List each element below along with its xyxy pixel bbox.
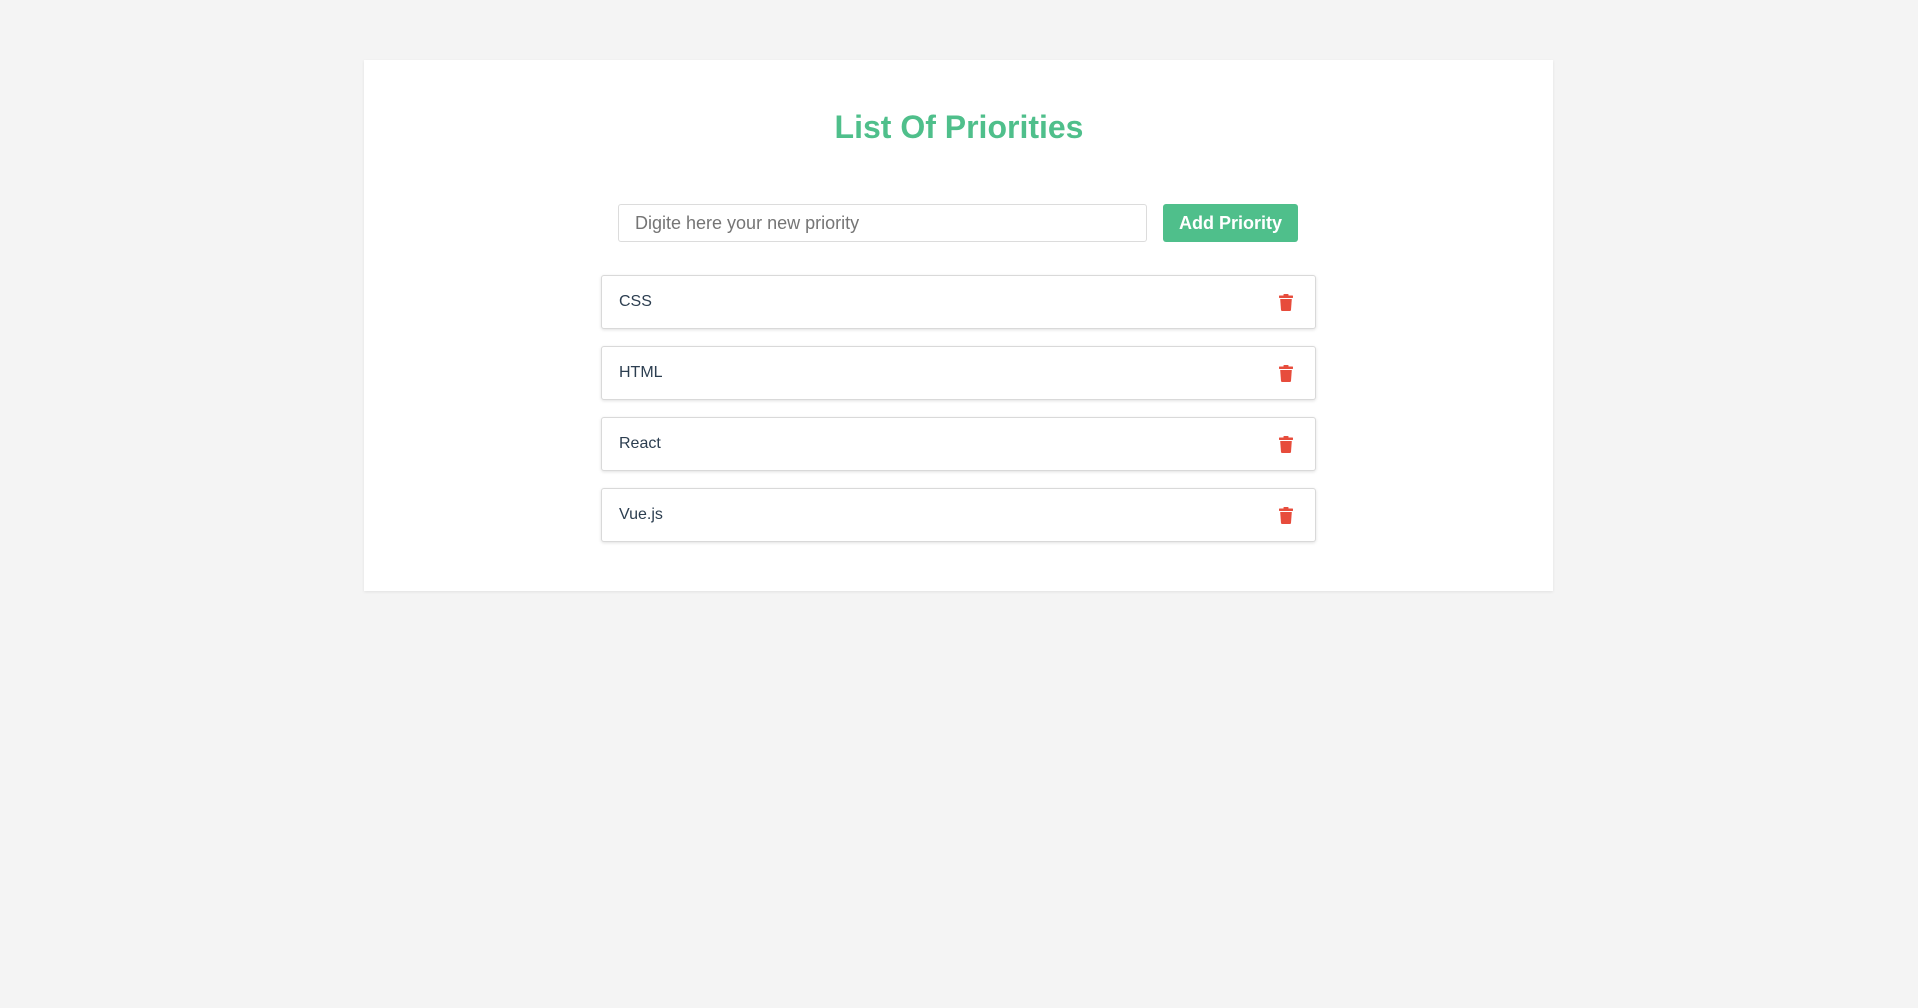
- priority-label: CSS: [619, 293, 652, 310]
- priority-label: React: [619, 435, 661, 452]
- list-item: React: [601, 417, 1316, 471]
- list-item: Vue.js: [601, 488, 1316, 542]
- delete-button[interactable]: [1273, 289, 1299, 315]
- delete-button[interactable]: [1273, 431, 1299, 457]
- add-priority-form: Add Priority: [618, 204, 1298, 244]
- list-item: CSS: [601, 275, 1316, 329]
- page-title: List Of Priorities: [834, 109, 1084, 145]
- priority-label: Vue.js: [619, 506, 663, 523]
- list-item: HTML: [601, 346, 1316, 400]
- trash-icon: [1279, 506, 1293, 524]
- trash-icon: [1279, 364, 1293, 382]
- priority-label: HTML: [619, 364, 663, 381]
- new-priority-input[interactable]: [618, 204, 1147, 242]
- trash-icon: [1279, 293, 1293, 311]
- trash-icon: [1279, 435, 1293, 453]
- delete-button[interactable]: [1273, 502, 1299, 528]
- add-priority-button[interactable]: Add Priority: [1163, 204, 1298, 242]
- delete-button[interactable]: [1273, 360, 1299, 386]
- priority-list: CSS HTML React Vue.js: [601, 275, 1316, 559]
